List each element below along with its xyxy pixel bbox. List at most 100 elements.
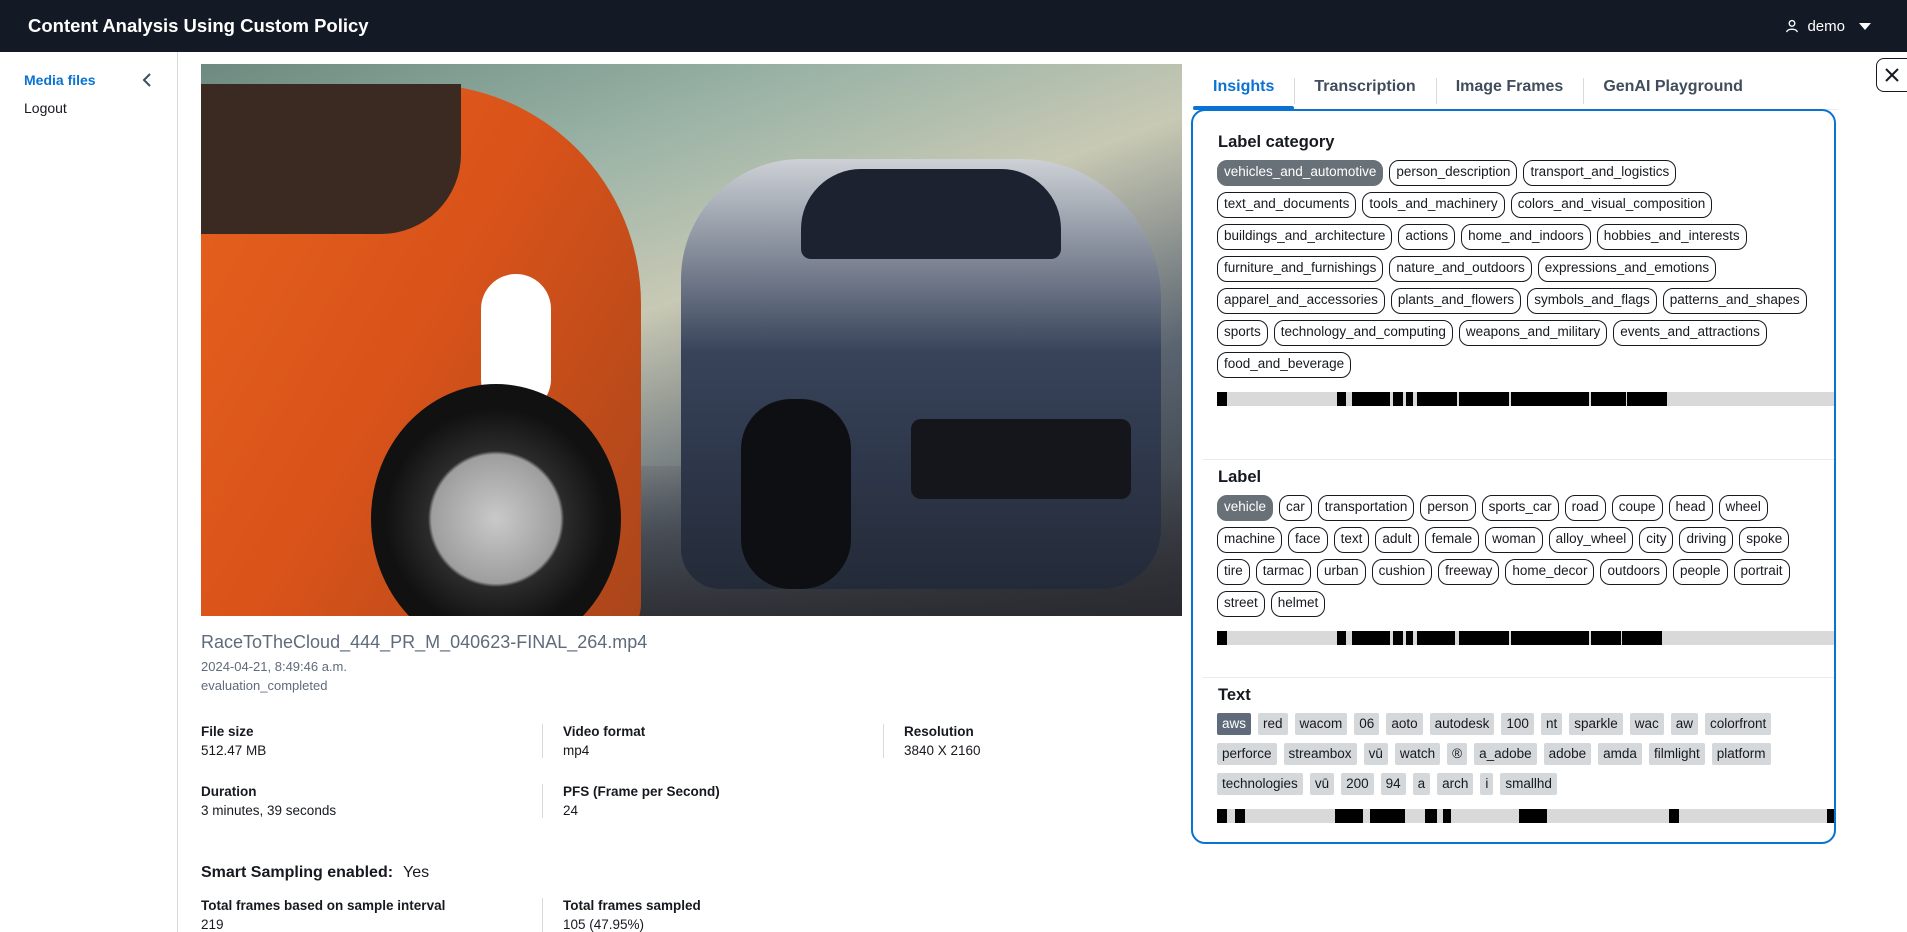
label-category-chip[interactable]: weapons_and_military [1458,320,1608,346]
text-chip[interactable]: 100 [1501,713,1534,735]
text-chip[interactable]: filmlight [1648,743,1705,765]
text-chip[interactable]: i [1480,773,1494,795]
label-chip[interactable]: head [1668,495,1713,521]
text-chip[interactable]: smallhd [1500,773,1557,795]
label-chip[interactable]: woman [1485,527,1543,553]
label-category-chip[interactable]: transport_and_logistics [1523,160,1677,186]
text-timeline[interactable] [1217,809,1834,823]
text-chip[interactable]: sparkle [1569,713,1623,735]
label-category-chip[interactable]: plants_and_flowers [1390,288,1522,314]
label-category-chip[interactable]: food_and_beverage [1217,352,1352,378]
tab-transcription[interactable]: Transcription [1294,64,1435,109]
label-chip[interactable]: alloy_wheel [1548,527,1634,553]
label-chip[interactable]: outdoors [1600,559,1667,585]
label-category-chip[interactable]: expressions_and_emotions [1537,256,1717,282]
text-chip[interactable]: colorfront [1705,713,1772,735]
label-category-chip[interactable]: nature_and_outdoors [1389,256,1532,282]
tab-insights[interactable]: Insights [1193,64,1295,110]
label-chip[interactable]: wheel [1718,495,1768,521]
label-chip[interactable]: transportation [1317,495,1415,521]
label-chip[interactable]: sports_car [1481,495,1559,521]
tab-image-frames[interactable]: Image Frames [1435,64,1584,109]
label-category-chip[interactable]: hobbies_and_interests [1596,224,1747,250]
label-chip[interactable]: helmet [1270,591,1326,617]
text-chip[interactable]: 200 [1341,773,1374,795]
text-chip[interactable]: arch [1437,773,1474,795]
text-chip[interactable]: platform [1711,743,1771,765]
text-chip[interactable]: aw [1670,713,1699,735]
label-chip[interactable]: urban [1317,559,1366,585]
total-frames-interval: Total frames based on sample interval 219 [201,898,446,932]
text-chip[interactable]: 94 [1380,773,1406,795]
label-chip[interactable]: tire [1217,559,1250,585]
text-chip[interactable]: technologies [1217,773,1303,795]
label-category-chip[interactable]: actions [1398,224,1456,250]
total-frames-sampled: Total frames sampled 105 (47.95%) [542,898,883,932]
chevron-left-icon[interactable] [139,72,155,88]
tab-genai-playground[interactable]: GenAI Playground [1583,64,1763,109]
text-chip[interactable]: vū [1363,743,1388,765]
label-category-title: Label category [1218,133,1335,151]
text-chip[interactable]: a_adobe [1474,743,1537,765]
video-player[interactable] [201,64,1182,616]
label-category-chip[interactable]: home_and_indoors [1461,224,1591,250]
text-chip[interactable]: aoto [1386,713,1423,735]
label-chip[interactable]: road [1564,495,1606,521]
label-category-chip[interactable]: apparel_and_accessories [1217,288,1385,314]
text-chip[interactable]: streambox [1283,743,1357,765]
label-category-chip[interactable]: furniture_and_furnishings [1217,256,1384,282]
label-chip[interactable]: person [1420,495,1476,521]
text-chip[interactable]: aws [1217,713,1252,735]
nav-media-files[interactable]: Media files [24,72,153,88]
label-category-chip[interactable]: tools_and_machinery [1362,192,1505,218]
label-chip[interactable]: machine [1217,527,1283,553]
label-chip[interactable]: car [1279,495,1312,521]
label-category-chip[interactable]: symbols_and_flags [1527,288,1657,314]
text-chip[interactable]: red [1258,713,1288,735]
label-chip[interactable]: driving [1679,527,1734,553]
text-chip[interactable]: wacom [1294,713,1348,735]
duration: Duration 3 minutes, 39 seconds [201,784,337,818]
label-chip[interactable]: cushion [1371,559,1433,585]
label-chip[interactable]: freeway [1438,559,1500,585]
nav-logout[interactable]: Logout [24,100,153,116]
label-chip[interactable]: home_decor [1505,559,1595,585]
text-chip[interactable]: perforce [1217,743,1277,765]
label-chip[interactable]: tarmac [1255,559,1312,585]
label-chip[interactable]: coupe [1611,495,1663,521]
label-category-chip[interactable]: events_and_attractions [1613,320,1767,346]
text-chip[interactable]: a [1412,773,1431,795]
label-category-chip[interactable]: buildings_and_architecture [1217,224,1393,250]
label-chip[interactable]: portrait [1733,559,1790,585]
label-chip[interactable]: spoke [1739,527,1790,553]
text-chip[interactable]: amda [1598,743,1642,765]
text-chip[interactable]: ® [1447,743,1468,765]
label-timeline[interactable] [1217,631,1834,645]
label-category-chip[interactable]: colors_and_visual_composition [1510,192,1713,218]
side-navigation: Media files Logout [0,52,178,932]
label-category-chip[interactable]: sports [1217,320,1268,346]
text-chip[interactable]: autodesk [1429,713,1495,735]
text-chip[interactable]: nt [1540,713,1563,735]
label-chip[interactable]: female [1424,527,1480,553]
text-chip[interactable]: wac [1629,713,1664,735]
label-chip[interactable]: city [1639,527,1674,553]
label-chip[interactable]: face [1288,527,1328,553]
label-category-chip[interactable]: vehicles_and_automotive [1217,160,1384,186]
label-category-chip[interactable]: technology_and_computing [1273,320,1453,346]
label-chip[interactable]: adult [1375,527,1419,553]
user-menu[interactable]: demo [1785,18,1871,35]
text-chip[interactable]: 06 [1354,713,1380,735]
label-chip[interactable]: street [1217,591,1265,617]
label-category-chip[interactable]: patterns_and_shapes [1662,288,1807,314]
label-chip[interactable]: text [1333,527,1370,553]
close-panel-button[interactable] [1876,58,1907,92]
text-chip[interactable]: vū [1309,773,1335,795]
label-category-timeline[interactable] [1217,392,1834,406]
label-chip[interactable]: vehicle [1217,495,1274,521]
text-chip[interactable]: adobe [1543,743,1592,765]
label-chip[interactable]: people [1673,559,1728,585]
label-category-chip[interactable]: person_description [1389,160,1518,186]
text-chip[interactable]: watch [1394,743,1441,765]
label-category-chip[interactable]: text_and_documents [1217,192,1357,218]
